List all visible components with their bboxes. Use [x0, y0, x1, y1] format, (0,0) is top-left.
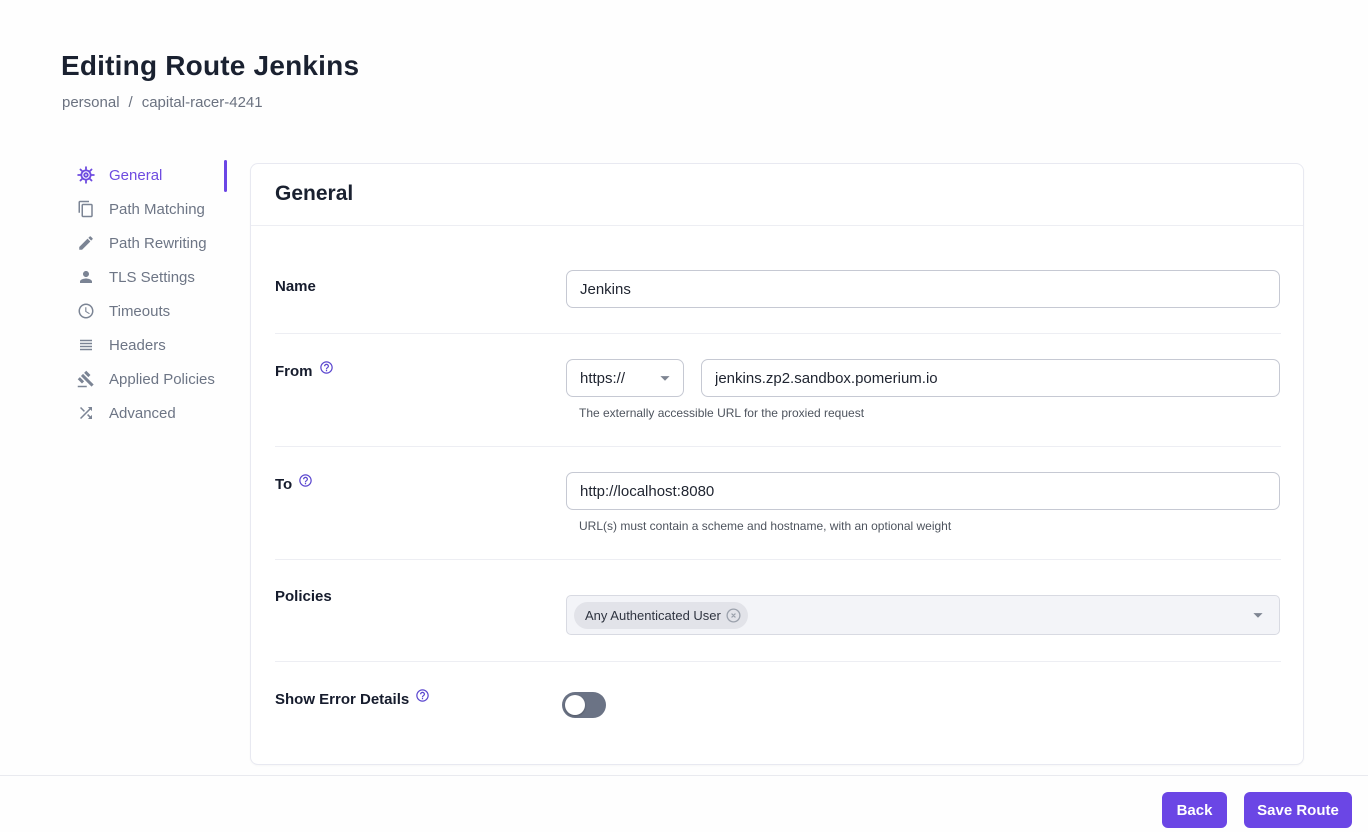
- active-tab-indicator: [224, 160, 227, 192]
- field-label-text: To: [275, 476, 293, 493]
- sidebar-item-label: Applied Policies: [109, 370, 215, 388]
- pencil-icon: [77, 234, 95, 252]
- sidebar-item-advanced[interactable]: Advanced: [75, 396, 227, 430]
- from-scheme-select[interactable]: https://: [566, 359, 684, 397]
- policies-multiselect[interactable]: Any Authenticated User: [566, 595, 1280, 635]
- caret-down-icon: [654, 367, 676, 389]
- caret-down-icon: [1247, 604, 1269, 626]
- to-url-input[interactable]: [566, 472, 1280, 510]
- help-circle-icon[interactable]: [319, 360, 334, 375]
- panel-title: General: [275, 182, 354, 205]
- page-title: Editing Route Jenkins: [61, 50, 360, 81]
- sidebar-item-label: Path Rewriting: [109, 234, 207, 252]
- from-scheme-value: https://: [580, 369, 626, 387]
- sidebar-item-path-rewriting[interactable]: Path Rewriting: [75, 226, 227, 260]
- name-field-label: Name: [275, 278, 316, 295]
- row-divider: [275, 446, 1281, 447]
- policy-chip-label: Any Authenticated User: [585, 607, 721, 623]
- field-label-text: From: [275, 363, 313, 380]
- general-panel: General Name From https:// The externall…: [250, 163, 1304, 765]
- sidebar-item-label: General: [109, 166, 163, 184]
- shuffle-icon: [77, 404, 95, 422]
- to-field-label: To: [275, 473, 313, 493]
- help-circle-icon[interactable]: [298, 473, 313, 488]
- sidebar-item-general[interactable]: General: [75, 158, 227, 192]
- row-divider: [275, 559, 1281, 560]
- toggle-knob: [565, 695, 585, 715]
- sidebar-item-label: Headers: [109, 336, 166, 354]
- show-error-details-label: Show Error Details: [275, 688, 430, 708]
- list-lines-icon: [77, 336, 95, 354]
- help-circle-icon[interactable]: [415, 688, 430, 703]
- sidebar-item-tls-settings[interactable]: TLS Settings: [75, 260, 227, 294]
- field-label-text: Show Error Details: [275, 691, 410, 708]
- sidebar-item-applied-policies[interactable]: Applied Policies: [75, 362, 227, 396]
- route-settings-nav: General Path Matching Path Rewriting TLS…: [75, 158, 227, 430]
- policies-field-label: Policies: [275, 588, 332, 605]
- person-icon: [77, 268, 95, 286]
- back-button[interactable]: Back: [1162, 792, 1227, 828]
- panel-header: General: [251, 164, 1303, 226]
- field-label-text: Policies: [275, 588, 332, 605]
- gear-icon: [77, 166, 95, 184]
- policy-chip: Any Authenticated User: [574, 601, 748, 629]
- copy-icon: [77, 200, 95, 218]
- sidebar-item-label: Path Matching: [109, 200, 205, 218]
- from-url-input[interactable]: [701, 359, 1280, 397]
- breadcrumb-separator: /: [128, 94, 133, 111]
- gavel-icon: [77, 370, 95, 388]
- footer-divider: [0, 775, 1368, 776]
- field-label-text: Name: [275, 278, 316, 295]
- row-divider: [275, 333, 1281, 334]
- sidebar-item-label: Timeouts: [109, 302, 171, 320]
- sidebar-item-timeouts[interactable]: Timeouts: [75, 294, 227, 328]
- sidebar-item-label: Advanced: [109, 404, 176, 422]
- name-input[interactable]: [566, 270, 1280, 308]
- to-helper-text: URL(s) must contain a scheme and hostnam…: [579, 519, 952, 533]
- save-route-button[interactable]: Save Route: [1244, 792, 1352, 828]
- sidebar-item-path-matching[interactable]: Path Matching: [75, 192, 227, 226]
- row-divider: [275, 661, 1281, 662]
- clock-icon: [77, 302, 95, 320]
- sidebar-item-label: TLS Settings: [109, 268, 195, 286]
- from-field-label: From: [275, 360, 334, 380]
- route-editor-page: Editing Route Jenkins personal / capital…: [0, 0, 1368, 832]
- from-helper-text: The externally accessible URL for the pr…: [579, 406, 865, 420]
- circle-x-icon[interactable]: [725, 607, 742, 624]
- show-error-details-toggle[interactable]: [562, 692, 606, 718]
- breadcrumb-org[interactable]: personal: [62, 94, 120, 111]
- sidebar-item-headers[interactable]: Headers: [75, 328, 227, 362]
- breadcrumb-project[interactable]: capital-racer-4241: [142, 94, 263, 111]
- breadcrumb: personal / capital-racer-4241: [62, 94, 263, 111]
